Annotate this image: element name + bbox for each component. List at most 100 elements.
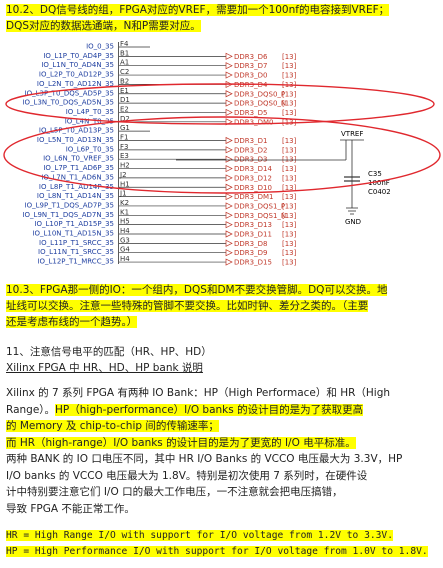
- io-pin-name: IO_L11N_T1_SRCC_35: [38, 248, 114, 256]
- net-flag-icon: [225, 239, 233, 247]
- net-label: DDR3_DM0: [234, 118, 273, 126]
- vtref-label: VTREF: [341, 130, 363, 138]
- net-flag-icon: [225, 211, 233, 219]
- hp-definition: HP = High Performance I/O with support f…: [6, 546, 428, 557]
- sheet-ref: [13]: [282, 174, 297, 182]
- voltage-definitions: HR = High Range I/O with support for I/O…: [6, 528, 438, 560]
- net-label: DDR3_D9: [234, 249, 267, 257]
- net-label: DDR3_DQS1_P: [234, 202, 285, 210]
- section-10-2: 10.2、DQ信号线的组，FPGA对应的VREF，需要加一个100nf的电容接到…: [6, 2, 438, 34]
- net-label: DDR3_D0: [234, 72, 267, 80]
- net-flag-icon: [225, 174, 233, 182]
- net-flag-icon: [225, 90, 233, 98]
- net-flag-icon: [225, 155, 233, 163]
- cap-ref: C35: [368, 170, 382, 178]
- note-dqs-line: DQS对应的数据选通端，N和P需要对应。: [6, 20, 201, 32]
- io-pin-name: IO_L6P_T0_35: [66, 145, 114, 153]
- io-pin-name: IO_L3N_T0_DQS_AD5N_35: [22, 99, 114, 107]
- bank-explanation: Xilinx 的 7 系列 FPGA 有两种 IO Bank：HP（High P…: [6, 385, 438, 517]
- net-flag-icon: [225, 183, 233, 191]
- pin-row: IO_L1P_T0_AD4P_35 B1 DDR3_D6 [13]: [43, 49, 296, 61]
- sheet-ref: [13]: [282, 193, 297, 201]
- net-label: DDR3_D7: [234, 62, 267, 70]
- cap-package: C0402: [368, 188, 391, 196]
- net-label: DDR3_D6: [234, 53, 268, 61]
- io-pin-name: IO_L5P_T0_AD13P_35: [39, 127, 114, 135]
- bank-line4: 而 HR（high-range）I/O banks 的设计目的是为了更宽的 I/…: [6, 436, 356, 449]
- net-flag-icon: [225, 221, 233, 229]
- net-label: DDR3_DQS1_N: [234, 212, 286, 220]
- io-pin-name: IO_L7N_T1_AD6N_35: [41, 173, 114, 181]
- net-label: DDR3_D1: [234, 137, 267, 145]
- net-flag-icon: [225, 71, 233, 79]
- ic-body-edge: [118, 42, 119, 264]
- io-pin-name: IO_L4P_T0_35: [66, 108, 114, 116]
- sheet-ref: [13]: [282, 62, 297, 70]
- net-flag-icon: [225, 136, 233, 145]
- io-swap-line3: 还是考虑布线的一个趋势。）: [6, 316, 138, 328]
- net-label: DDR3_DQS0_P: [234, 90, 285, 98]
- net-flag-icon: [225, 249, 233, 257]
- bank-line2a: Range）。: [6, 403, 56, 416]
- net-label: DDR3_D10: [234, 184, 272, 192]
- net-flag-icon: [225, 108, 233, 117]
- io-pin-name: IO_L11P_T1_SRCC_35: [39, 239, 114, 247]
- net-label: DDR3_DM1: [234, 193, 273, 201]
- io-pin-name: IO_L2P_T0_AD12P_35: [39, 71, 114, 79]
- pin-row: IO_L5N_T0_AD13N_35 F1 DDR3_D1 [13]: [37, 134, 297, 146]
- io-swap-line1: 10.3、FPGA那一侧的IO：一个组内，DQS和DM不要交换管脚。DQ可以交换…: [6, 284, 388, 296]
- sheet-ref: [13]: [282, 212, 297, 220]
- net-label: DDR3_D5: [234, 109, 267, 117]
- sheet-ref: [13]: [282, 202, 297, 210]
- io-pin-name: IO_0_35: [86, 43, 114, 51]
- bank-line7: 计中特别要注意它们 I/O 口的最大工作电压，一不注意就会把电压搞错，: [6, 486, 343, 498]
- io-pin-name: IO_L8N_T1_AD14N_35: [37, 192, 114, 200]
- sheet-ref: [13]: [282, 90, 297, 98]
- bank-description-subheading: Xilinx FPGA 中 HR、HD、HP bank 说明: [6, 362, 203, 374]
- net-label: DDR3_D11: [234, 231, 272, 239]
- io-pin-name: IO_L7P_T1_AD6P_35: [43, 164, 114, 172]
- io-pin-name: IO_L6N_T0_VREF_35: [43, 155, 114, 163]
- sheet-ref: [13]: [282, 53, 297, 61]
- sheet-ref: [13]: [282, 109, 297, 117]
- sheet-ref: [13]: [282, 100, 297, 108]
- net-label: DDR3_D2: [234, 146, 267, 154]
- io-pin-name: IO_L9P_T1_DQS_AD7P_35: [25, 201, 114, 209]
- net-flag-icon: [225, 230, 233, 238]
- sheet-ref: [13]: [282, 146, 297, 154]
- io-pin-name: IO_L1P_T0_AD4P_35: [43, 52, 114, 60]
- sheet-ref: [13]: [282, 72, 297, 80]
- net-flag-icon: [225, 146, 233, 154]
- level-matching-heading: 11、注意信号电平的匹配（HR、HP、HD）: [6, 346, 212, 358]
- sheet-ref: [13]: [282, 221, 297, 229]
- io-pin-name: IO_L1N_T0_AD4N_35: [41, 61, 114, 69]
- hr-definition: HR = High Range I/O with support for I/O…: [6, 530, 393, 541]
- bank-line5: 两种 BANK 的 IO 口电压不同，其中 HR I/O Banks 的 VCC…: [6, 453, 403, 465]
- fpga-bank35-schematic: IO_0_35 F4IO_L1P_T0_AD4P_35 B1 DDR3_D6 [13]I…: [3, 40, 441, 267]
- sheet-ref: [13]: [282, 165, 297, 173]
- net-label: DDR3_D15: [234, 259, 272, 267]
- net-label: DDR3_D13: [234, 221, 272, 229]
- note-vref-line: 10.2、DQ信号线的组，FPGA对应的VREF，需要加一个100nf的电容接到…: [6, 4, 390, 16]
- io-swap-line2: 址线可以交换。注意一些特殊的管脚不要交换。比如时钟、差分之类的。（主要: [6, 300, 369, 312]
- net-flag-icon: [225, 164, 233, 173]
- io-pin-name: IO_L12P_T1_MRCC_35: [37, 258, 114, 266]
- bank-line1: Xilinx 的 7 系列 FPGA 有两种 IO Bank：HP（High P…: [6, 387, 391, 399]
- pin-row: IO_L5P_T0_AD13P_35 G1: [39, 124, 150, 135]
- io-pin-name: IO_L9N_T1_DQS_AD7N_35: [22, 211, 114, 219]
- net-flag-icon: [225, 258, 233, 266]
- gnd-label: GND: [345, 218, 361, 226]
- net-flag-icon: [225, 193, 233, 201]
- bank-line2b: HP（high-performance）I/O banks 的设计目的是为了获取…: [55, 403, 364, 416]
- net-flag-icon: [225, 52, 233, 60]
- net-flag-icon: [225, 202, 233, 210]
- bank-line8: 导致 FPGA 不能正常工作。: [6, 502, 135, 515]
- sheet-ref: [13]: [282, 231, 297, 239]
- net-flag-icon: [225, 62, 233, 70]
- net-label: DDR3_DQS0_N: [234, 100, 286, 108]
- net-label: DDR3_D12: [234, 174, 272, 182]
- sheet-ref: [13]: [282, 259, 297, 267]
- section-11: 11、注意信号电平的匹配（HR、HP、HD） Xilinx FPGA 中 HR、…: [6, 344, 438, 376]
- net-label: DDR3_D8: [234, 240, 267, 248]
- io-pin-name: IO_L10P_T1_AD15P_35: [34, 220, 114, 228]
